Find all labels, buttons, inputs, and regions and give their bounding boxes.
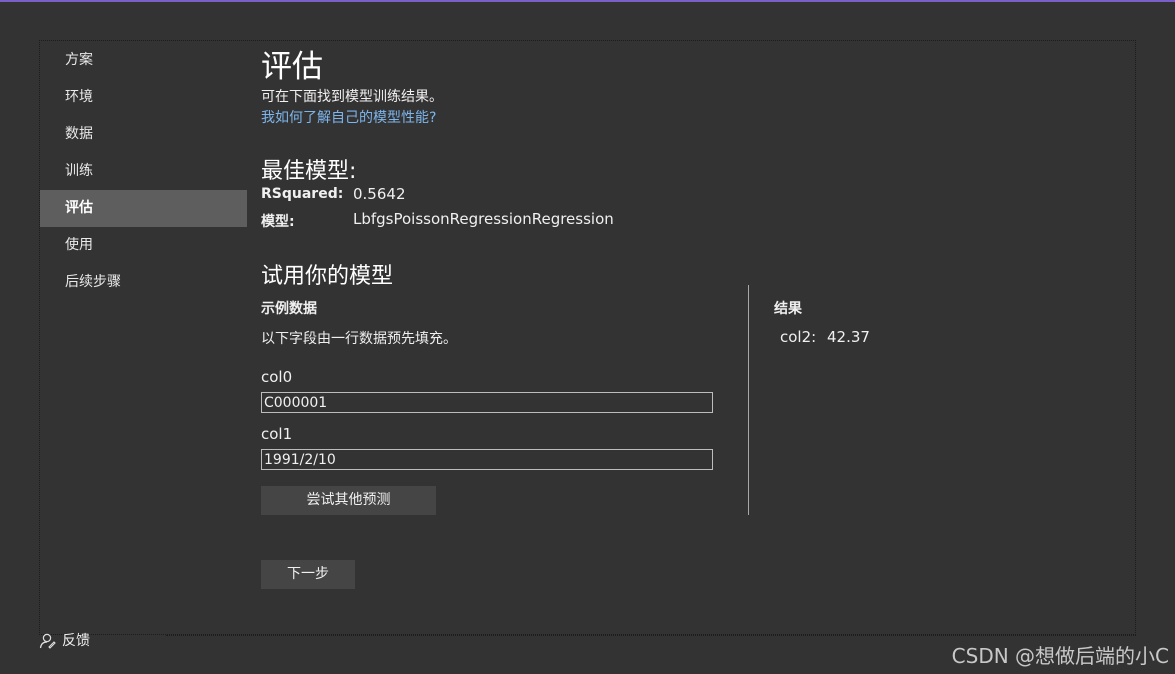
page-title: 评估 [261,49,323,85]
results-divider [748,285,749,515]
feedback-icon [39,633,56,649]
sidebar-item-train[interactable]: 训练 [40,153,247,190]
sidebar-item-consume[interactable]: 使用 [40,227,247,264]
col0-input[interactable] [261,392,713,413]
sample-data-heading: 示例数据 [261,301,317,317]
result-label: col2: [780,328,817,346]
window-accent-line [0,0,1175,2]
try-model-title: 试用你的模型 [261,264,394,289]
feedback-button[interactable]: 反馈 [38,630,90,650]
feedback-label: 反馈 [62,633,90,649]
col0-label: col0 [261,368,293,386]
sidebar-item-next-steps[interactable]: 后续步骤 [40,264,247,301]
sidebar-item-scenario[interactable]: 方案 [40,42,247,79]
help-link[interactable]: 我如何了解自己的模型性能? [261,107,436,127]
sidebar-item-environment[interactable]: 环境 [40,79,247,116]
sidebar-nav: 方案 环境 数据 训练 评估 使用 后续步骤 [40,42,247,301]
model-label: 模型: [261,214,295,230]
rsquared-label: RSquared: [261,186,344,202]
model-value: LbfgsPoissonRegressionRegression [353,210,614,228]
next-step-button[interactable]: 下一步 [261,560,355,589]
rsquared-value: 0.5642 [353,185,406,203]
result-value: 42.37 [826,328,870,346]
sidebar-item-data[interactable]: 数据 [40,116,247,153]
result-row: col2: 42.37 [780,328,870,346]
sample-data-description: 以下字段由一行数据预先填充。 [261,331,457,347]
watermark: CSDN @想做后端的小C [951,644,1169,668]
try-another-prediction-button[interactable]: 尝试其他预测 [261,486,436,515]
bottom-divider [166,635,1136,636]
results-heading: 结果 [774,301,802,317]
sidebar-item-evaluate[interactable]: 评估 [40,190,247,227]
col1-input[interactable] [261,449,713,470]
best-model-title: 最佳模型: [261,159,357,184]
col1-label: col1 [261,425,293,443]
page-subtitle: 可在下面找到模型训练结果。 [261,89,443,105]
